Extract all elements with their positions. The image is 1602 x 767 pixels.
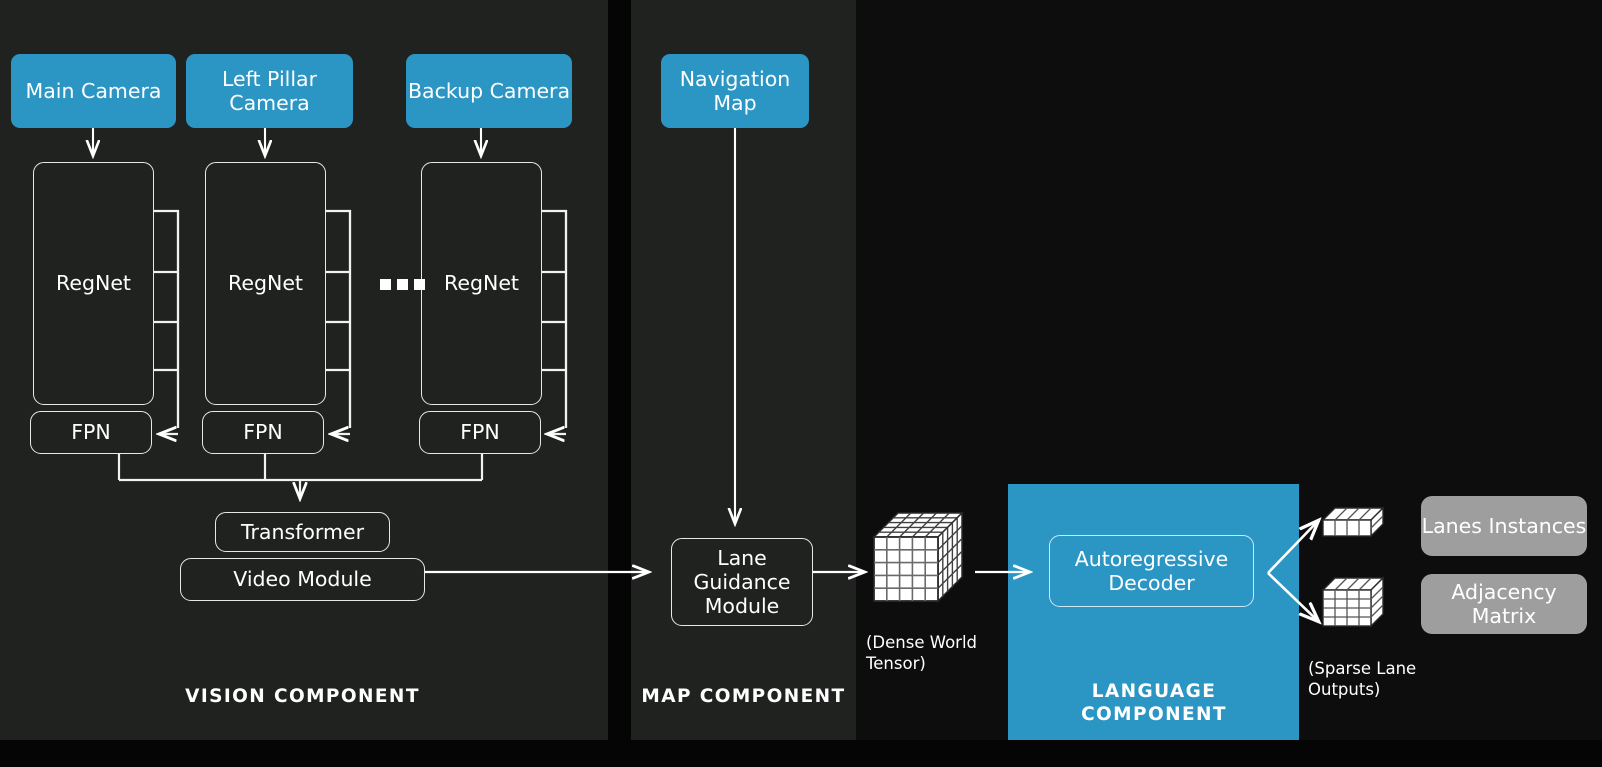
vision-component-label: VISION COMPONENT	[185, 686, 420, 707]
video-module-block[interactable]: Video Module	[180, 558, 425, 601]
autoregressive-decoder-block[interactable]: Autoregressive Decoder	[1049, 535, 1254, 607]
camera-backup-label: Backup Camera	[407, 78, 571, 103]
transformer-block[interactable]: Transformer	[215, 512, 390, 552]
backbone-regnet-3[interactable]: RegNet	[421, 162, 542, 405]
neck-fpn-2[interactable]: FPN	[202, 411, 324, 454]
camera-left-pillar-label: Left Pillar Camera	[221, 66, 318, 115]
backbone-regnet-1[interactable]: RegNet	[33, 162, 154, 405]
neck-fpn-3-label: FPN	[460, 420, 500, 445]
diagram-canvas: Main Camera Left Pillar Camera Backup Ca…	[0, 0, 1602, 767]
transformer-label: Transformer	[240, 519, 364, 544]
backbone-regnet-2[interactable]: RegNet	[205, 162, 326, 405]
camera-left-pillar[interactable]: Left Pillar Camera	[186, 54, 353, 128]
camera-backup[interactable]: Backup Camera	[406, 54, 572, 128]
output-adjacency-matrix[interactable]: Adjacency Matrix	[1421, 574, 1587, 634]
neck-fpn-1[interactable]: FPN	[30, 411, 152, 454]
lane-guidance-module-label: Lane Guidance Module	[693, 545, 791, 619]
neck-fpn-3[interactable]: FPN	[419, 411, 541, 454]
neck-fpn-1-label: FPN	[71, 420, 111, 445]
ellipsis-more-cameras	[380, 279, 425, 290]
video-module-label: Video Module	[233, 567, 372, 592]
output-lanes-instances-label: Lanes Instances	[1421, 513, 1587, 538]
language-component-label: LANGUAGE COMPONENT	[1081, 681, 1227, 726]
ellipsis-dot-2	[397, 279, 408, 290]
output-adjacency-matrix-label: Adjacency Matrix	[1451, 579, 1557, 628]
navigation-map-label: Navigation Map	[679, 66, 791, 115]
navigation-map-block[interactable]: Navigation Map	[661, 54, 809, 128]
camera-main[interactable]: Main Camera	[11, 54, 176, 128]
sparse-lane-outputs-caption: (Sparse Lane Outputs)	[1308, 659, 1417, 700]
neck-fpn-2-label: FPN	[243, 420, 283, 445]
backbone-regnet-2-label: RegNet	[228, 271, 303, 296]
camera-main-label: Main Camera	[25, 78, 162, 103]
backbone-regnet-1-label: RegNet	[56, 271, 131, 296]
ellipsis-dot-1	[380, 279, 391, 290]
map-component-label: MAP COMPONENT	[641, 686, 846, 707]
autoregressive-decoder-label: Autoregressive Decoder	[1074, 546, 1229, 595]
backbone-regnet-3-label: RegNet	[444, 271, 519, 296]
ellipsis-dot-3	[414, 279, 425, 290]
output-lanes-instances[interactable]: Lanes Instances	[1421, 496, 1587, 556]
lane-guidance-module-block[interactable]: Lane Guidance Module	[671, 538, 813, 626]
dense-world-tensor-caption: (Dense World Tensor)	[866, 633, 978, 674]
